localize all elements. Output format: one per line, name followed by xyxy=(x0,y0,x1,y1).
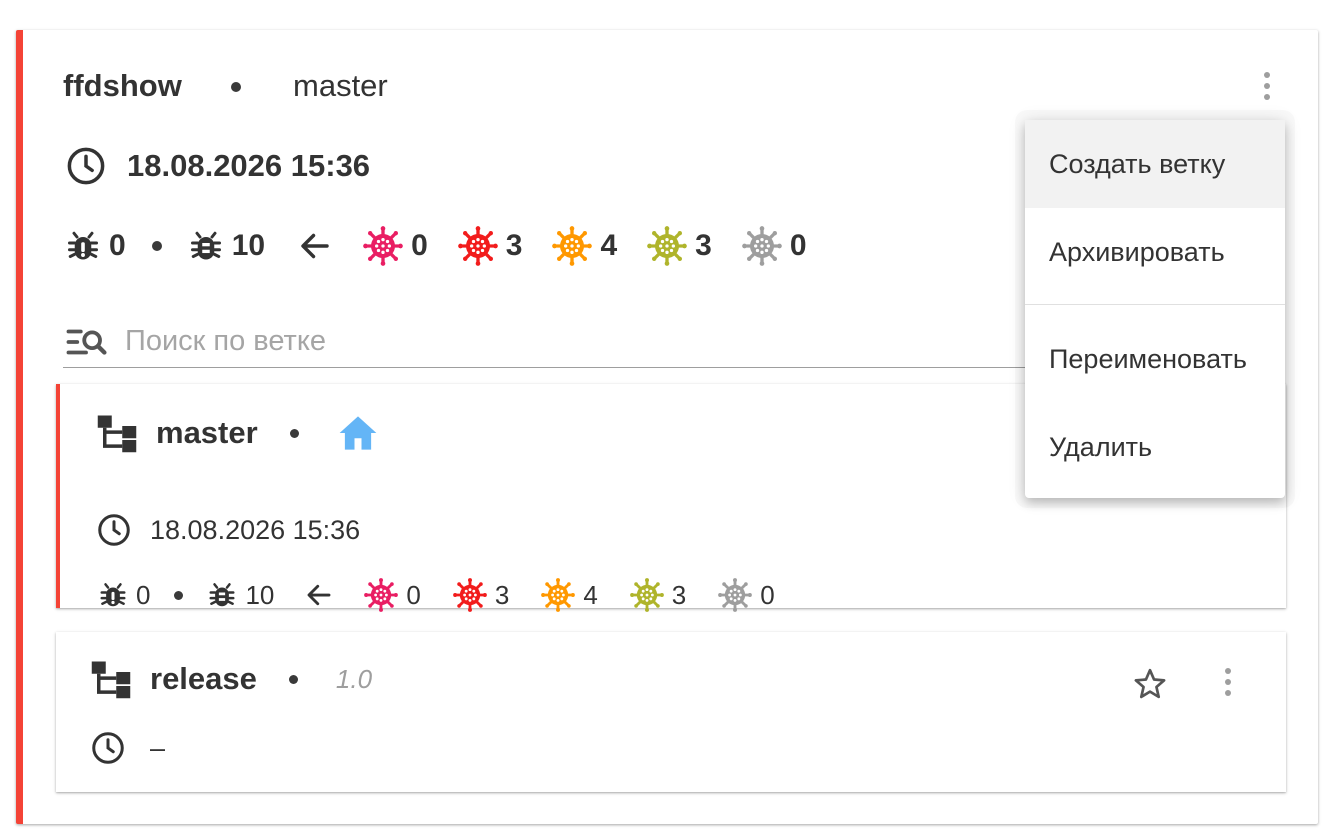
clock-icon xyxy=(96,512,132,548)
branch-date-row: – xyxy=(90,730,165,766)
virus-icon-low xyxy=(647,226,687,266)
bug-alert-icon xyxy=(98,580,128,610)
branch-search xyxy=(63,316,1073,368)
virus-icon-info xyxy=(742,226,782,266)
more-vert-icon xyxy=(1225,668,1231,674)
stat-new-bugs: 0 xyxy=(136,579,151,610)
stat-info: 0 xyxy=(789,229,807,262)
menu-item-delete[interactable]: Удалить xyxy=(1025,403,1285,491)
virus-icon-low xyxy=(630,578,664,612)
branch-more-menu-button[interactable] xyxy=(1214,664,1242,700)
more-vert-icon xyxy=(1264,72,1270,78)
virus-icon-medium xyxy=(552,226,592,266)
clock-icon xyxy=(90,730,126,766)
home-icon xyxy=(337,412,379,454)
virus-icon-high xyxy=(458,226,498,266)
branch-icon xyxy=(90,658,132,700)
branch-name[interactable]: release xyxy=(150,661,257,697)
branch-version: 1.0 xyxy=(335,663,373,694)
project-date-row: 18.08.2026 15:36 xyxy=(65,145,370,187)
separator-dot xyxy=(151,241,162,251)
stat-medium: 4 xyxy=(583,579,598,610)
stat-critical: 0 xyxy=(406,579,421,610)
separator-dot xyxy=(231,82,241,92)
project-current-branch[interactable]: master xyxy=(293,68,388,104)
virus-icon-medium xyxy=(541,578,575,612)
project-context-menu: Создать ветку Архивировать Переименовать… xyxy=(1025,120,1285,498)
branch-date-row: 18.08.2026 15:36 xyxy=(96,512,360,548)
menu-item-rename[interactable]: Переименовать xyxy=(1025,315,1285,403)
virus-icon-info xyxy=(718,578,752,612)
branch-title-row: release 1.0 xyxy=(90,658,372,700)
branch-icon xyxy=(96,412,138,454)
separator-dot xyxy=(288,674,298,684)
virus-icon-critical xyxy=(363,226,403,266)
virus-icon-critical xyxy=(364,578,398,612)
stat-low: 3 xyxy=(695,229,712,262)
stat-total-bugs: 10 xyxy=(231,229,266,262)
branch-card-release[interactable]: release 1.0 – xyxy=(56,632,1286,792)
stat-info: 0 xyxy=(760,579,775,610)
project-stats: 0 10 0 3 4 3 0 xyxy=(65,226,837,266)
branch-date: – xyxy=(150,732,166,763)
separator-dot xyxy=(289,428,299,438)
stat-new-bugs: 0 xyxy=(109,229,126,262)
bug-icon xyxy=(207,580,237,610)
menu-divider xyxy=(1025,304,1285,305)
arrow-left-icon xyxy=(297,228,333,264)
branch-title-row: master xyxy=(96,412,379,454)
stat-total-bugs: 10 xyxy=(245,579,275,610)
stat-critical: 0 xyxy=(411,229,428,262)
stat-high: 3 xyxy=(494,579,510,610)
project-name[interactable]: ffdshow xyxy=(63,68,182,104)
separator-dot xyxy=(174,590,184,600)
project-more-menu-button[interactable] xyxy=(1253,68,1281,104)
menu-item-archive[interactable]: Архивировать xyxy=(1025,208,1285,296)
text-search-icon xyxy=(65,321,107,363)
bug-icon xyxy=(188,228,224,264)
branch-date: 18.08.2026 15:36 xyxy=(150,514,361,545)
star-outline-icon[interactable] xyxy=(1132,666,1168,702)
branch-name[interactable]: master xyxy=(156,415,258,451)
stat-medium: 4 xyxy=(600,229,618,262)
menu-item-create-branch[interactable]: Создать ветку xyxy=(1025,120,1285,208)
arrow-left-icon xyxy=(304,580,334,610)
stat-low: 3 xyxy=(671,579,687,610)
clock-icon xyxy=(65,145,107,187)
project-date: 18.08.2026 15:36 xyxy=(127,148,371,183)
bug-alert-icon xyxy=(65,228,101,264)
branch-search-input[interactable] xyxy=(125,325,1073,358)
branch-stats: 0 10 0 3 4 3 0 xyxy=(98,578,805,612)
stat-high: 3 xyxy=(505,229,523,262)
virus-icon-high xyxy=(453,578,487,612)
